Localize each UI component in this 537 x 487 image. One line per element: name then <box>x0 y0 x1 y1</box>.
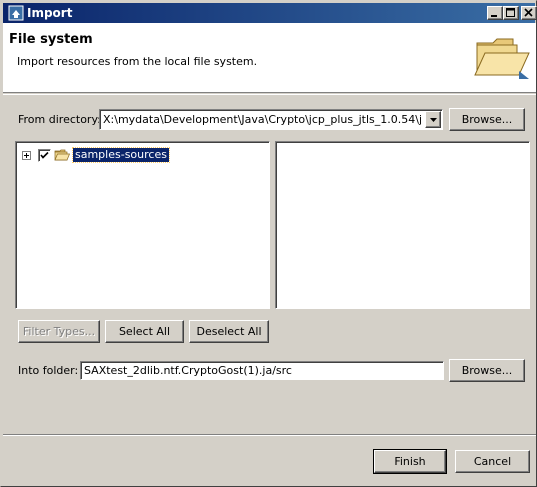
cancel-button[interactable]: Cancel <box>455 450 530 473</box>
finish-button[interactable]: Finish <box>373 449 447 474</box>
tree-item[interactable]: samples-sources <box>22 147 170 163</box>
app-icon <box>8 5 24 21</box>
footer-separator <box>3 434 536 436</box>
checkmark-icon <box>40 151 49 159</box>
select-all-button[interactable]: Select All <box>105 320 184 343</box>
from-directory-label: From directory: <box>18 113 101 126</box>
page-description: Import resources from the local file sys… <box>17 55 258 68</box>
import-dialog: Import File system Import resources from… <box>0 0 537 487</box>
from-directory-combo[interactable]: X:\mydata\Development\Java\Crypto\jcp_pl… <box>99 109 443 130</box>
combo-dropdown-button[interactable] <box>425 111 441 128</box>
tree-item-label[interactable]: samples-sources <box>72 147 170 163</box>
banner-separator <box>3 94 536 95</box>
into-folder-field[interactable]: SAXtest_2dlib.ntf.CryptoGost(1).ja/src <box>80 361 444 380</box>
close-icon <box>524 8 533 17</box>
into-folder-label: Into folder: <box>18 364 79 377</box>
wizard-banner: File system Import resources from the lo… <box>3 23 536 93</box>
minimize-button[interactable] <box>487 6 503 20</box>
maximize-button[interactable] <box>503 6 519 20</box>
folder-open-icon <box>474 38 530 79</box>
from-directory-browse-button[interactable]: Browse... <box>449 108 525 131</box>
folder-icon <box>54 149 70 161</box>
from-directory-value: X:\mydata\Development\Java\Crypto\jcp_pl… <box>103 113 421 126</box>
minimize-icon <box>491 15 497 17</box>
filter-types-button[interactable]: Filter Types... <box>18 320 100 343</box>
window-title: Import <box>27 6 73 20</box>
title-bar[interactable]: Import <box>3 3 537 23</box>
folder-tree-pane[interactable]: samples-sources <box>15 141 270 309</box>
chevron-down-icon <box>430 118 437 122</box>
maximize-icon <box>506 8 515 17</box>
tree-item-checkbox[interactable] <box>38 148 51 162</box>
into-folder-browse-button[interactable]: Browse... <box>449 359 525 382</box>
deselect-all-button[interactable]: Deselect All <box>189 320 269 343</box>
file-list-pane[interactable] <box>275 141 530 309</box>
expand-icon[interactable] <box>22 150 31 160</box>
page-title: File system <box>9 32 93 47</box>
close-button[interactable] <box>521 6 537 20</box>
into-folder-value: SAXtest_2dlib.ntf.CryptoGost(1).ja/src <box>84 364 292 377</box>
